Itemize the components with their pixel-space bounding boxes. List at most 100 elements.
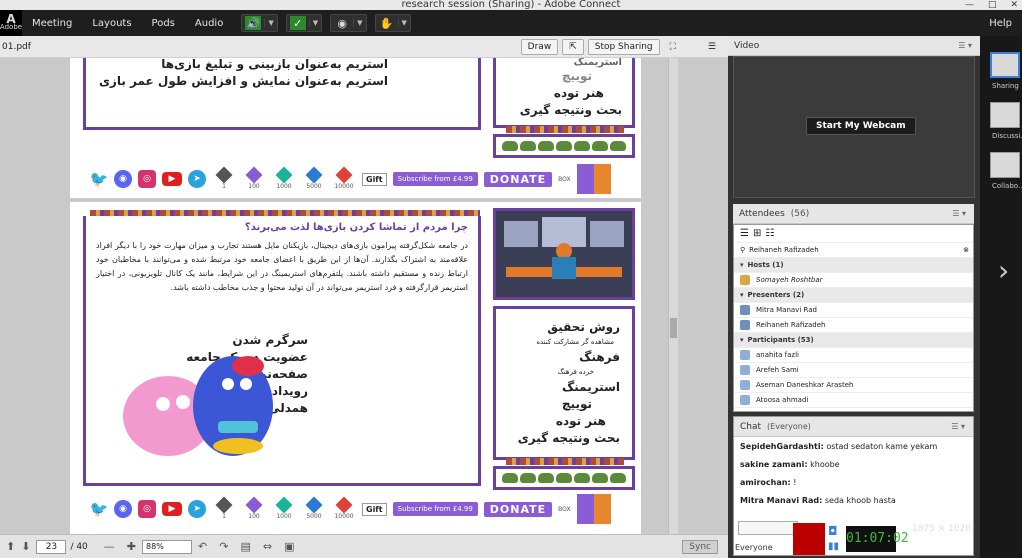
page-number-input[interactable]: 23 [36, 539, 67, 554]
gem-icon [245, 496, 263, 513]
recording-timer: 01:07:02 [846, 526, 909, 552]
group-participants[interactable]: ▾ Participants (53) [734, 333, 973, 348]
attendee-search-input[interactable]: Reihaneh Rafizadeh [749, 246, 819, 254]
redo-icon[interactable]: ↷ [219, 540, 228, 553]
speaker-button[interactable]: 🔊 ▼ [241, 14, 278, 32]
close-icon[interactable]: ✕ [1010, 0, 1018, 10]
presenter-icon [740, 320, 750, 330]
camera-icon[interactable]: ◘ [828, 524, 838, 538]
document-scrollbar[interactable] [668, 58, 678, 534]
sync-button[interactable]: Sync [682, 539, 718, 554]
intro-paragraph: در جامعه شکل‌گرفته پیرامون بازی‌های دیجی… [96, 241, 468, 292]
attendee-row[interactable]: Reihaneh Rafizadeh [734, 318, 973, 333]
gift-label: Gift [362, 502, 387, 516]
chat-recipient[interactable]: Everyone [735, 543, 773, 552]
side-topic: بحث ونتیجه گیری [517, 431, 620, 445]
minimize-icon[interactable]: — [965, 0, 974, 10]
arrow-up-icon[interactable]: ⬆ [6, 540, 15, 553]
stop-recording-button[interactable] [793, 523, 825, 555]
draw-button[interactable]: Draw [520, 38, 559, 55]
fullscreen-icon[interactable]: ⛶ [664, 39, 682, 55]
fit-width-icon[interactable]: ⇔ [263, 540, 272, 553]
pod-options-icon[interactable]: ☰ ▾ [958, 41, 972, 50]
gem-10000: 10000 [332, 496, 356, 520]
attendee-row[interactable]: Aseman Daneshkar Arasteh [734, 378, 973, 393]
clear-search-icon[interactable]: ⊗ [963, 246, 969, 254]
side-topic: هنر توده [555, 414, 606, 428]
frog-emote-icon [592, 473, 608, 483]
group-presenters[interactable]: ▾ Presenters (2) [734, 288, 973, 303]
pod-options-icon[interactable]: ☰ ▾ [952, 209, 966, 218]
bullet-item: استریم به‌عنوان نمایش و افزایش طول عمر ب… [98, 74, 388, 88]
chevron-down-icon[interactable]: ▼ [353, 19, 363, 27]
gem-5000: 5000 [302, 496, 326, 520]
gem-1000: 1000 [272, 166, 296, 190]
attendee-row[interactable]: Mitra Manavi Rad [734, 303, 973, 318]
undo-icon[interactable]: ↶ [198, 540, 207, 553]
menu-pods[interactable]: Pods [142, 18, 185, 29]
group-hosts[interactable]: ▾ Hosts (1) [734, 258, 973, 273]
menu-audio[interactable]: Audio [185, 18, 233, 29]
attendees-list: ☰ ⊞ ☷ ⚲ Reihaneh Rafizadeh ⊗ ▾ Hosts (1) … [733, 224, 974, 412]
grid-view-icon[interactable]: ⊞ [753, 228, 761, 239]
gem-100: 100 [242, 496, 266, 520]
stop-sharing-button[interactable]: Stop Sharing [587, 38, 660, 55]
title-bar: research session (Sharing) - Adobe Conne… [0, 0, 1022, 10]
gift-label: Gift [362, 172, 387, 186]
layout-discussion-thumb[interactable] [990, 102, 1020, 128]
menu-help[interactable]: Help [989, 18, 1022, 29]
start-webcam-button[interactable]: Start My Webcam [806, 117, 916, 135]
gem-icon [275, 496, 293, 513]
chevron-down-icon[interactable]: ▼ [308, 19, 318, 27]
zoom-select[interactable]: 88% [142, 539, 193, 554]
zoom-in-icon[interactable]: ✚ [127, 540, 136, 553]
telegram-icon: ➤ [188, 170, 206, 188]
menu-meeting[interactable]: Meeting [22, 18, 82, 29]
file-name: 01.pdf [2, 41, 31, 52]
list-view-icon[interactable]: ☰ [740, 228, 749, 239]
chevron-down-icon[interactable]: ▼ [264, 19, 274, 27]
instagram-icon: ◎ [138, 500, 156, 518]
pointer-button[interactable]: ⇱ [562, 38, 584, 55]
chevron-down-icon: ▾ [740, 336, 744, 344]
attendee-row[interactable]: Arefeh Sami [734, 363, 973, 378]
raise-hand-button[interactable]: ✋ ▼ [374, 14, 411, 32]
chat-scope: (Everyone) [767, 422, 811, 431]
fit-page-icon[interactable]: ▤ [240, 540, 250, 553]
full-view-icon[interactable]: ▣ [284, 540, 294, 553]
chat-message: amirochan: ! [740, 478, 797, 487]
attendee-row[interactable]: Atoosa ahmadi [734, 393, 973, 408]
gem-icon [215, 166, 233, 183]
page-total: / 40 [70, 541, 88, 552]
chevron-down-icon[interactable]: ▼ [397, 19, 407, 27]
status-view-icon[interactable]: ☷ [765, 228, 774, 239]
zoom-out-icon[interactable]: — [104, 540, 115, 553]
pause-icon[interactable]: ▮▮ [828, 541, 839, 552]
side-topic: توییچ [561, 69, 592, 83]
status-button[interactable]: ✓ ▼ [285, 14, 323, 32]
attendee-row[interactable]: Somayeh Roshtbar [734, 273, 973, 288]
discord-icon: ◉ [114, 500, 132, 518]
webcam-button[interactable]: ◉ ▼ [330, 14, 367, 32]
pod-options-icon[interactable]: ☰ [702, 39, 722, 55]
decorative-strip [506, 458, 624, 465]
frog-emote-icon [502, 141, 518, 151]
chat-title: Chat [740, 421, 762, 432]
menu-layouts[interactable]: Layouts [82, 18, 141, 29]
maximize-icon[interactable]: □ [988, 0, 997, 10]
pod-options-icon[interactable]: ☰ ▾ [951, 422, 965, 431]
chevron-right-icon[interactable]: › [998, 254, 1009, 287]
hand-icon: ✋ [379, 16, 394, 30]
box-label: BOX [558, 175, 571, 183]
chat-message: sakine zamani: khoobe [740, 460, 840, 469]
layout-sharing-thumb[interactable] [990, 52, 1020, 78]
scroll-thumb[interactable] [670, 318, 677, 338]
arrow-down-icon[interactable]: ⬇ [21, 540, 30, 553]
side-subtopic: خرده فرهنگ [557, 368, 594, 376]
attendee-row[interactable]: anahita fazli [734, 348, 973, 363]
chat-input[interactable] [738, 521, 798, 535]
layout-collaboration-thumb[interactable] [990, 152, 1020, 178]
attendee-search[interactable]: ⚲ Reihaneh Rafizadeh ⊗ [734, 243, 973, 258]
frog-emote-icon [556, 141, 572, 151]
social-bar: 🐦 ◉ ◎ ▶ ➤ 1 100 1000 5000 10000 Gift Sub… [90, 164, 611, 194]
